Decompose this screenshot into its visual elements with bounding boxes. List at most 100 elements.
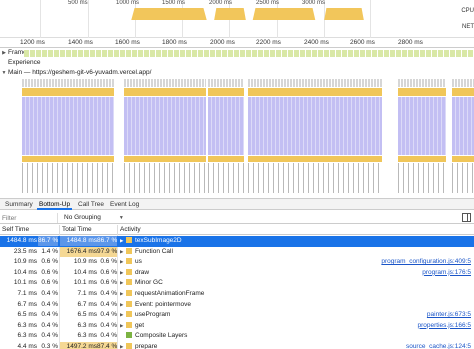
table-row[interactable]: 10.1 ms 0.6 % 10.1 ms 0.6 % ▶ Minor GC xyxy=(0,278,474,289)
cpu-activity-band xyxy=(252,8,316,20)
activity-name: us xyxy=(135,258,142,266)
self-time-percent: 0.4 % xyxy=(41,300,58,308)
filter-input[interactable] xyxy=(2,213,58,223)
category-swatch-icon xyxy=(126,247,132,254)
total-time-value: 1676.4 ms xyxy=(60,246,97,257)
grouping-select[interactable]: No Grouping ▼ xyxy=(64,213,124,223)
ruler-tick: 2000 ms xyxy=(210,39,235,46)
grouping-value: No Grouping xyxy=(64,214,101,221)
main-thread-track[interactable]: ▼ Main — https://geshem-git-v6-yuvadm.ver… xyxy=(0,69,474,79)
table-row[interactable]: 6.3 ms 0.4 % 6.3 ms 0.4 % ▶ get properties.js:… xyxy=(0,321,474,332)
overview-tick: 2000 ms xyxy=(209,0,233,6)
net-label: NET xyxy=(462,24,474,30)
category-swatch-icon xyxy=(126,311,132,318)
total-time-header[interactable]: Total Time xyxy=(60,225,118,235)
category-swatch-icon xyxy=(126,290,132,296)
table-row[interactable]: 10.4 ms 0.6 % 10.4 ms 0.6 % ▶ draw program.js:… xyxy=(0,268,474,279)
table-row[interactable]: 4.4 ms 0.3 % 1497.2 ms 87.4 % ▶ prepare source… xyxy=(0,342,474,349)
timeline-overview[interactable]: 500 ms 1000 ms 1500 ms 2000 ms 2500 ms 3… xyxy=(0,0,474,38)
task-block[interactable] xyxy=(452,79,474,196)
activity-cell: ▶ us xyxy=(120,257,380,267)
self-time-percent: 0.3 % xyxy=(41,343,58,349)
activity-cell: ▶ texSubImage2D xyxy=(120,236,380,246)
frames-track[interactable]: ▶ Frames xyxy=(0,49,474,59)
self-time-value: 6.7 ms xyxy=(17,300,37,308)
ruler-tick: 2200 ms xyxy=(256,39,281,46)
table-row[interactable]: 7.1 ms 0.4 % 7.1 ms 0.4 % ▶ requestAnimationF… xyxy=(0,289,474,300)
total-time-percent: 0.6 % xyxy=(100,258,117,266)
activity-cell: Composite Layers xyxy=(120,331,380,341)
total-time-value: 6.5 ms xyxy=(77,311,97,319)
self-time-header[interactable]: Self Time xyxy=(0,225,60,235)
category-swatch-icon xyxy=(126,237,132,243)
table-row[interactable]: 6.3 ms 0.4 % 6.3 ms 0.4 % Composite Layers xyxy=(0,331,474,342)
total-time-percent: 0.6 % xyxy=(100,268,117,276)
performance-panel: 500 ms 1000 ms 1500 ms 2000 ms 2500 ms 3… xyxy=(0,0,474,349)
self-time-value: 10.1 ms xyxy=(13,279,37,287)
main-thread-flame-chart[interactable] xyxy=(0,79,474,196)
ruler-tick: 1400 ms xyxy=(68,39,93,46)
total-time-value: 6.3 ms xyxy=(77,332,97,340)
table-row[interactable]: 10.9 ms 0.6 % 10.9 ms 0.6 % ▶ us program_confi… xyxy=(0,257,474,268)
cpu-activity-band xyxy=(214,8,246,20)
activity-cell: ▶ Function Call xyxy=(120,247,380,257)
self-time-value: 6.3 ms xyxy=(17,321,37,329)
table-row[interactable]: 23.5 ms 1.4 % 1676.4 ms 97.9 % ▶ Function Cal… xyxy=(0,246,474,258)
cpu-label: CPU xyxy=(461,8,474,14)
self-time-value: 23.5 ms xyxy=(13,247,37,255)
category-swatch-icon xyxy=(126,321,132,328)
category-swatch-icon xyxy=(126,300,132,307)
frames-strip[interactable] xyxy=(24,50,474,57)
activity-name: useProgram xyxy=(135,311,171,319)
self-time-value: 6.3 ms xyxy=(17,332,37,340)
table-header: Self Time Total Time Activity xyxy=(0,225,474,235)
tab-bottom-up[interactable]: Bottom-Up xyxy=(37,199,73,210)
total-time-percent: 0.4 % xyxy=(100,300,117,308)
collapse-arrow-icon[interactable]: ▼ xyxy=(0,70,8,76)
activity-name: get xyxy=(135,321,145,329)
time-ruler: 1200 ms 1400 ms 1600 ms 1800 ms 2000 ms … xyxy=(0,38,474,48)
experience-track[interactable]: Experience xyxy=(0,59,474,69)
overview-tick: 3000 ms xyxy=(302,0,326,6)
self-time-percent: 0.6 % xyxy=(41,279,58,287)
self-time-value: 7.1 ms xyxy=(17,290,37,297)
activity-name: texSubImage2D xyxy=(135,237,182,244)
total-time-percent: 87.4 % xyxy=(97,342,117,349)
total-time-value: 10.1 ms xyxy=(73,279,97,287)
sidebar-toggle-icon[interactable] xyxy=(462,213,471,222)
ruler-tick: 2600 ms xyxy=(350,39,375,46)
table-row[interactable]: 6.5 ms 0.4 % 6.5 ms 0.4 % ▶ useProgram painter… xyxy=(0,310,474,321)
table-row[interactable]: 6.7 ms 0.4 % 6.7 ms 0.4 % ▶ Event: pointermov… xyxy=(0,300,474,311)
activity-header[interactable]: Activity xyxy=(118,225,474,235)
ruler-tick: 1200 ms xyxy=(20,39,45,46)
self-time-value: 4.4 ms xyxy=(17,343,37,349)
task-block[interactable] xyxy=(208,79,244,196)
expand-arrow-icon[interactable]: ▶ xyxy=(0,50,8,56)
self-time-percent: 0.4 % xyxy=(41,332,58,340)
task-block[interactable] xyxy=(248,79,382,196)
total-time-value: 7.1 ms xyxy=(77,290,97,297)
overview-tick: 2500 ms xyxy=(256,0,280,6)
source-link[interactable]: program.js:176:5 xyxy=(422,268,471,278)
self-time-percent: 0.4 % xyxy=(41,311,58,319)
self-time-percent: 0.4 % xyxy=(41,321,58,329)
task-block[interactable] xyxy=(124,79,206,196)
source-link[interactable]: source_cache.js:124:5 xyxy=(406,342,471,349)
task-block[interactable] xyxy=(22,79,114,196)
total-time-value: 1484.8 ms xyxy=(60,236,97,246)
source-link[interactable]: program_configuration.js:409:5 xyxy=(381,257,471,267)
activity-cell: ▶ requestAnimationFrame xyxy=(120,289,380,299)
category-swatch-icon xyxy=(126,332,132,339)
activity-name: draw xyxy=(135,268,150,276)
tab-event-log[interactable]: Event Log xyxy=(108,199,141,210)
overview-track-labels: CPU NET xyxy=(461,0,474,38)
activity-name: Minor GC xyxy=(135,279,163,287)
table-row[interactable]: 1484.8 ms 86.7 % 1484.8 ms 86.7 % ▶ texSubIma… xyxy=(0,236,474,247)
ruler-tick: 1600 ms xyxy=(115,39,140,46)
source-link[interactable]: properties.js:166:5 xyxy=(418,321,471,331)
activity-name: requestAnimationFrame xyxy=(135,290,205,297)
task-block[interactable] xyxy=(398,79,446,196)
source-link[interactable]: painter.js:673:5 xyxy=(427,310,471,320)
tab-call-tree[interactable]: Call Tree xyxy=(76,199,106,210)
tab-summary[interactable]: Summary xyxy=(3,199,35,210)
